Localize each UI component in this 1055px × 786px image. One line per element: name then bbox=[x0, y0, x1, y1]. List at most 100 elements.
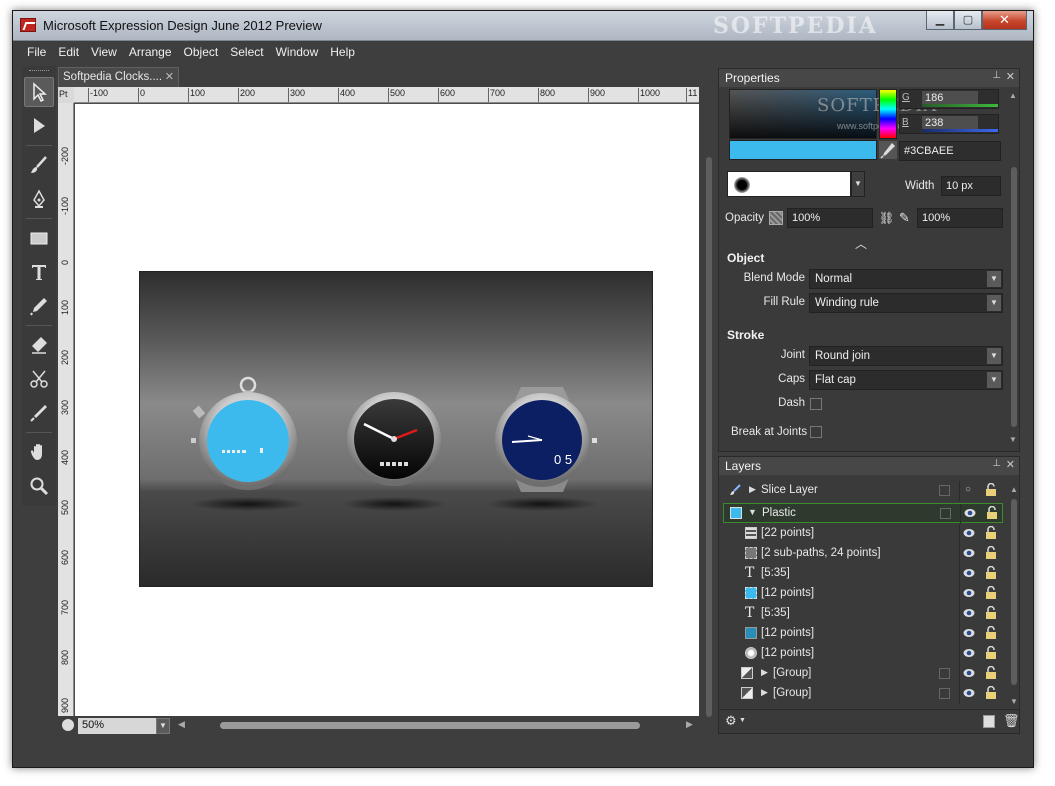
unlock-icon[interactable] bbox=[985, 586, 997, 600]
caps-select[interactable]: Flat cap ▼ bbox=[809, 370, 1003, 390]
brush-tool-button[interactable] bbox=[24, 150, 54, 180]
pen-tool-button[interactable] bbox=[24, 184, 54, 214]
ruler-unit[interactable]: Pt bbox=[58, 87, 74, 103]
green-channel[interactable]: G 186 bbox=[899, 89, 999, 109]
stroke-opacity-input[interactable]: 100% bbox=[917, 208, 1003, 228]
layer-item[interactable]: [12 points] bbox=[723, 624, 1003, 644]
properties-scroll-thumb[interactable] bbox=[1011, 167, 1017, 427]
text-tool-button[interactable] bbox=[24, 257, 54, 287]
unlock-icon[interactable] bbox=[985, 626, 997, 640]
close-button[interactable]: ✕ bbox=[982, 11, 1027, 30]
layers-close-icon[interactable]: ✕ bbox=[1006, 458, 1015, 471]
expand-arrow-icon[interactable]: ▶ bbox=[761, 687, 768, 698]
document-tab[interactable]: Softpedia Clocks.... ✕ bbox=[58, 67, 179, 87]
eye-icon[interactable] bbox=[963, 608, 975, 618]
stroke-dropdown-button[interactable]: ▼ bbox=[851, 171, 865, 197]
stroke-width-input[interactable]: 10 px bbox=[941, 176, 1001, 196]
artboard[interactable]: 0 5 bbox=[75, 104, 699, 716]
horizontal-ruler[interactable]: -100 0 100 200 300 400 500 600 700 800 9… bbox=[74, 87, 699, 103]
menu-select[interactable]: Select bbox=[224, 45, 269, 59]
selection-tool-button[interactable] bbox=[24, 77, 54, 107]
layer-item[interactable]: [12 points] bbox=[723, 644, 1003, 664]
minimize-button[interactable]: ▁ bbox=[926, 11, 954, 30]
vertical-ruler[interactable]: -200 -100 0 100 200 300 400 500 600 700 … bbox=[58, 103, 74, 716]
layer-target-box[interactable] bbox=[939, 485, 950, 496]
vertical-scrollbar[interactable] bbox=[702, 87, 716, 735]
pipette-tool-button[interactable] bbox=[24, 398, 54, 428]
menu-arrange[interactable]: Arrange bbox=[123, 45, 178, 59]
lock-icon[interactable] bbox=[985, 483, 997, 497]
layer-item[interactable]: T [5:35] bbox=[723, 564, 1003, 584]
collapse-arrow-icon[interactable]: ▼ bbox=[748, 507, 757, 517]
dash-checkbox[interactable] bbox=[810, 398, 822, 410]
layers-scrollbar[interactable]: ▲ ▼ bbox=[1009, 485, 1019, 707]
fill-rule-select[interactable]: Winding rule ▼ bbox=[809, 293, 1003, 313]
maximize-button[interactable]: ▢ bbox=[954, 11, 982, 30]
unlock-icon[interactable] bbox=[985, 546, 997, 560]
layer-item[interactable]: [2 sub-paths, 24 points] bbox=[723, 544, 1003, 564]
current-color-swatch[interactable] bbox=[729, 140, 877, 160]
expand-arrow-icon[interactable]: ▶ bbox=[749, 484, 756, 495]
layer-plastic[interactable]: ▼ Plastic bbox=[723, 503, 1003, 524]
blend-mode-select[interactable]: Normal ▼ bbox=[809, 269, 1003, 289]
unlock-icon[interactable] bbox=[985, 606, 997, 620]
joint-select[interactable]: Round join ▼ bbox=[809, 346, 1003, 366]
eye-icon[interactable] bbox=[963, 528, 975, 538]
clocks-artwork[interactable]: 0 5 bbox=[139, 271, 653, 587]
eye-icon[interactable] bbox=[963, 648, 975, 658]
scroll-up-icon[interactable]: ▲ bbox=[1010, 485, 1018, 494]
expand-arrow-icon[interactable]: ▶ bbox=[761, 667, 768, 678]
fill-opacity-input[interactable]: 100% bbox=[787, 208, 873, 228]
menu-object[interactable]: Object bbox=[178, 45, 225, 59]
eraser-tool-button[interactable] bbox=[24, 330, 54, 360]
hand-tool-button[interactable] bbox=[24, 437, 54, 467]
unlock-icon[interactable] bbox=[985, 646, 997, 660]
scroll-up-icon[interactable]: ▲ bbox=[1009, 91, 1017, 100]
horizontal-scroll-thumb[interactable] bbox=[220, 722, 640, 729]
new-layer-icon[interactable] bbox=[983, 715, 995, 728]
properties-scrollbar[interactable]: ▲ ▼ bbox=[1009, 89, 1019, 447]
pin-icon[interactable]: ⊥ bbox=[992, 70, 1001, 81]
unlock-icon[interactable] bbox=[986, 506, 998, 520]
layer-target-box[interactable] bbox=[939, 668, 950, 679]
layer-item[interactable]: [22 points] bbox=[723, 524, 1003, 544]
vertical-scroll-thumb[interactable] bbox=[706, 157, 712, 717]
hex-color-input[interactable]: #3CBAEE bbox=[899, 141, 1001, 161]
zoom-level-input[interactable]: 50% bbox=[78, 718, 156, 734]
menu-window[interactable]: Window bbox=[270, 45, 325, 59]
hue-slider[interactable] bbox=[879, 89, 897, 139]
menu-view[interactable]: View bbox=[85, 45, 123, 59]
properties-close-icon[interactable]: ✕ bbox=[1006, 70, 1015, 83]
gear-icon[interactable]: ⚙ bbox=[725, 713, 737, 729]
horizontal-scrollbar[interactable]: 50% ▼ ◀ ▶ bbox=[58, 716, 699, 735]
blue-channel[interactable]: B 238 bbox=[899, 114, 999, 134]
eye-icon[interactable] bbox=[963, 548, 975, 558]
layer-target-box[interactable] bbox=[939, 688, 950, 699]
layer-target-box[interactable] bbox=[940, 508, 951, 519]
eye-icon[interactable] bbox=[964, 508, 976, 518]
scroll-down-icon[interactable]: ▼ bbox=[1010, 697, 1018, 706]
scissors-tool-button[interactable] bbox=[24, 364, 54, 394]
blue-channel-slider[interactable] bbox=[922, 129, 998, 132]
layer-item[interactable]: [12 points] bbox=[723, 584, 1003, 604]
rectangle-tool-button[interactable] bbox=[24, 223, 54, 253]
visibility-toggle-icon[interactable]: ○ bbox=[965, 484, 971, 495]
collapse-chevron-icon[interactable]: ︿ bbox=[855, 235, 867, 252]
trash-icon[interactable]: 🗑 bbox=[1003, 713, 1020, 729]
unlock-icon[interactable] bbox=[985, 526, 997, 540]
zoom-dropdown-button[interactable]: ▼ bbox=[156, 718, 170, 734]
scroll-left-icon[interactable]: ◀ bbox=[178, 719, 185, 730]
unlock-icon[interactable] bbox=[985, 686, 997, 700]
layer-item[interactable]: ▶ [Group] bbox=[723, 684, 1003, 704]
eyedropper-tool-button[interactable] bbox=[24, 291, 54, 321]
eye-icon[interactable] bbox=[963, 668, 975, 678]
scroll-down-icon[interactable]: ▼ bbox=[1009, 435, 1017, 444]
direct-selection-tool-button[interactable] bbox=[24, 111, 54, 141]
color-eyedropper-button[interactable] bbox=[879, 141, 897, 159]
layer-slice-layer[interactable]: ▶ Slice Layer ○ bbox=[723, 481, 1003, 501]
zoom-tool-button[interactable] bbox=[24, 471, 54, 501]
menu-file[interactable]: File bbox=[21, 45, 52, 59]
eye-icon[interactable] bbox=[963, 568, 975, 578]
break-at-joints-checkbox[interactable] bbox=[810, 426, 822, 438]
unlock-icon[interactable] bbox=[985, 666, 997, 680]
